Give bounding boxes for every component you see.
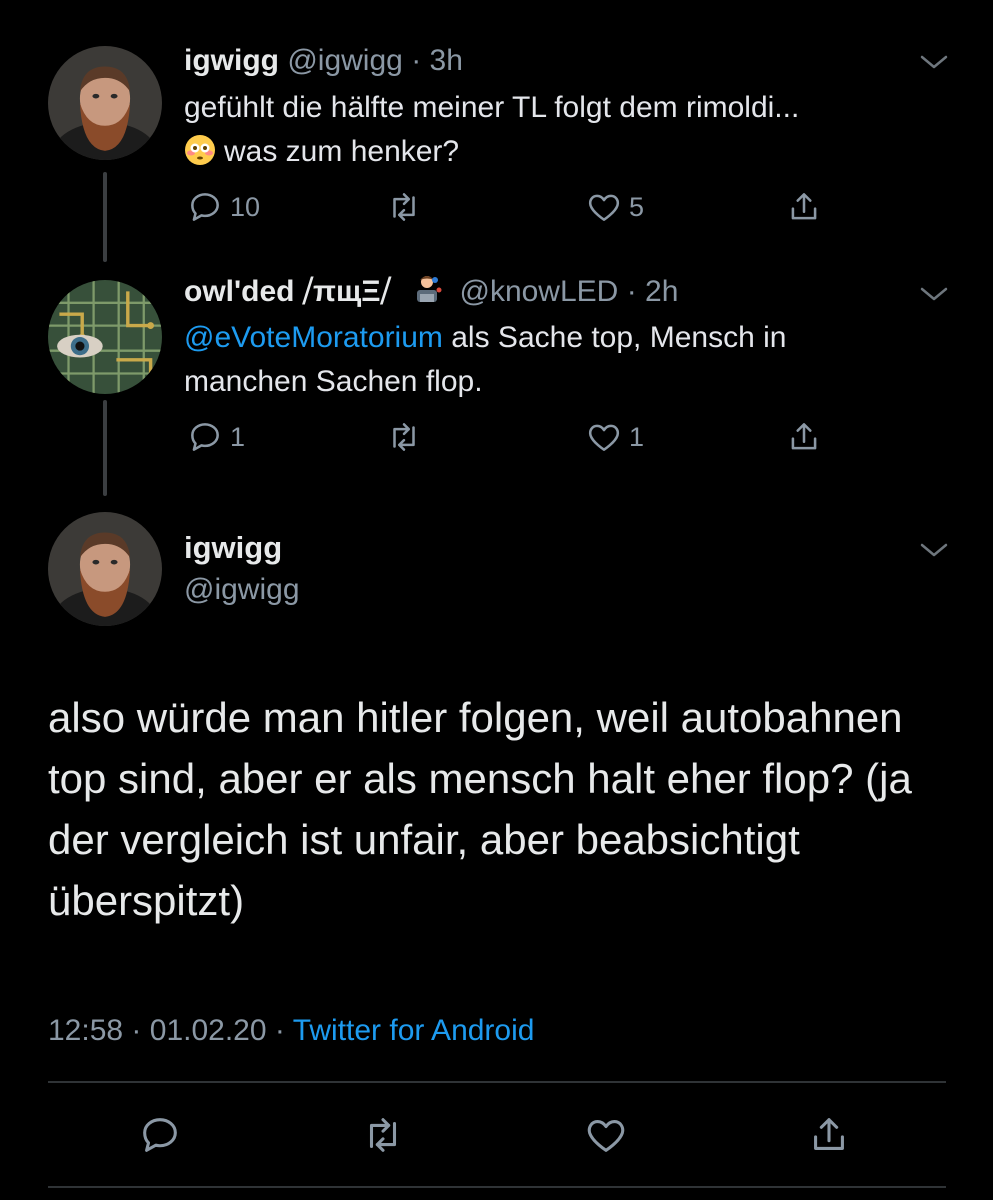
like-count: 1 (629, 421, 645, 452)
share-icon (791, 193, 817, 220)
tweet-text-line: gefühlt die hälfte meiner TL folgt dem r… (184, 91, 800, 124)
like-icon (588, 424, 620, 451)
share-button[interactable] (785, 418, 823, 456)
like-count: 5 (629, 191, 645, 222)
tweet-time[interactable]: 3h (430, 44, 463, 77)
reply-icon (191, 423, 219, 451)
tweet-text-continuation: was zum henker? (224, 135, 460, 168)
user-handle[interactable]: @knowLED (459, 275, 618, 308)
reply-button[interactable]: 10 (186, 188, 260, 226)
like-button[interactable]: 5 (585, 188, 644, 226)
retweet-button[interactable] (385, 418, 423, 456)
share-icon (791, 423, 817, 450)
like-icon (587, 1120, 625, 1152)
avatar[interactable] (48, 512, 162, 626)
display-name[interactable]: igwigg (184, 44, 279, 77)
tweet-actions: 10 5 (0, 188, 993, 228)
separator-dot: · (131, 1014, 142, 1047)
tweet-source-link[interactable]: Twitter for Android (293, 1014, 535, 1047)
reply-count: 10 (230, 191, 261, 222)
like-icon (588, 194, 620, 221)
display-name[interactable]: owl'ded ⧸πщΞ⧸ (184, 275, 391, 308)
chevron-down-icon[interactable] (918, 284, 950, 304)
retweet-button[interactable] (360, 1112, 406, 1158)
display-name[interactable]: igwigg (184, 530, 282, 566)
reply-icon (191, 193, 219, 221)
separator-dot: · (274, 1014, 285, 1047)
like-button[interactable] (583, 1112, 629, 1158)
user-handle[interactable]: @igwigg (287, 44, 403, 77)
retweet-icon (369, 1118, 397, 1152)
separator-dot: · (411, 44, 422, 77)
tweet-text: gefühlt die hälfte meiner TL folgt dem r… (184, 86, 904, 174)
retweet-button[interactable] (385, 188, 423, 226)
flushed-face-emoji-icon (185, 135, 215, 165)
main-tweet-actions (0, 1112, 993, 1156)
avatar[interactable] (48, 46, 162, 160)
tweet-text: @eVoteMoratorium als Sache top, Mensch i… (184, 316, 904, 404)
retweet-icon (393, 423, 415, 451)
technologist-emoji-icon (417, 276, 442, 302)
tweet-date: 01.02.20 (149, 1014, 267, 1047)
divider (48, 1081, 946, 1083)
tweet-header: igwigg @igwigg · 3h (184, 43, 463, 79)
reply-button[interactable] (137, 1112, 183, 1158)
reply-button[interactable]: 1 (186, 418, 245, 456)
chevron-down-icon[interactable] (918, 52, 950, 72)
share-button[interactable] (785, 188, 823, 226)
reply-icon (143, 1118, 177, 1152)
tweet-metadata: 12:58 · 01.02.20 · Twitter for Android (48, 1014, 534, 1048)
tweet-header: owl'ded ⧸πщΞ⧸ @knowLED · 2h (184, 274, 678, 310)
separator-dot: · (626, 275, 637, 308)
share-button[interactable] (806, 1112, 852, 1158)
user-handle[interactable]: @igwigg (184, 573, 300, 607)
divider (48, 1186, 946, 1188)
avatar[interactable] (48, 280, 162, 394)
reply-count: 1 (230, 421, 246, 452)
main-tweet-text: also würde man hitler folgen, weil autob… (48, 694, 912, 924)
tweet-timestamp: 12:58 (48, 1014, 124, 1047)
tweet-time[interactable]: 2h (645, 275, 678, 308)
retweet-icon (393, 193, 415, 221)
like-button[interactable]: 1 (585, 418, 644, 456)
tweet-text-line: was zum henker? (184, 130, 904, 174)
mention-link[interactable]: @eVoteMoratorium (184, 321, 443, 354)
tweet-actions: 1 1 (0, 418, 993, 458)
chevron-down-icon[interactable] (918, 540, 950, 560)
share-icon (814, 1118, 844, 1150)
